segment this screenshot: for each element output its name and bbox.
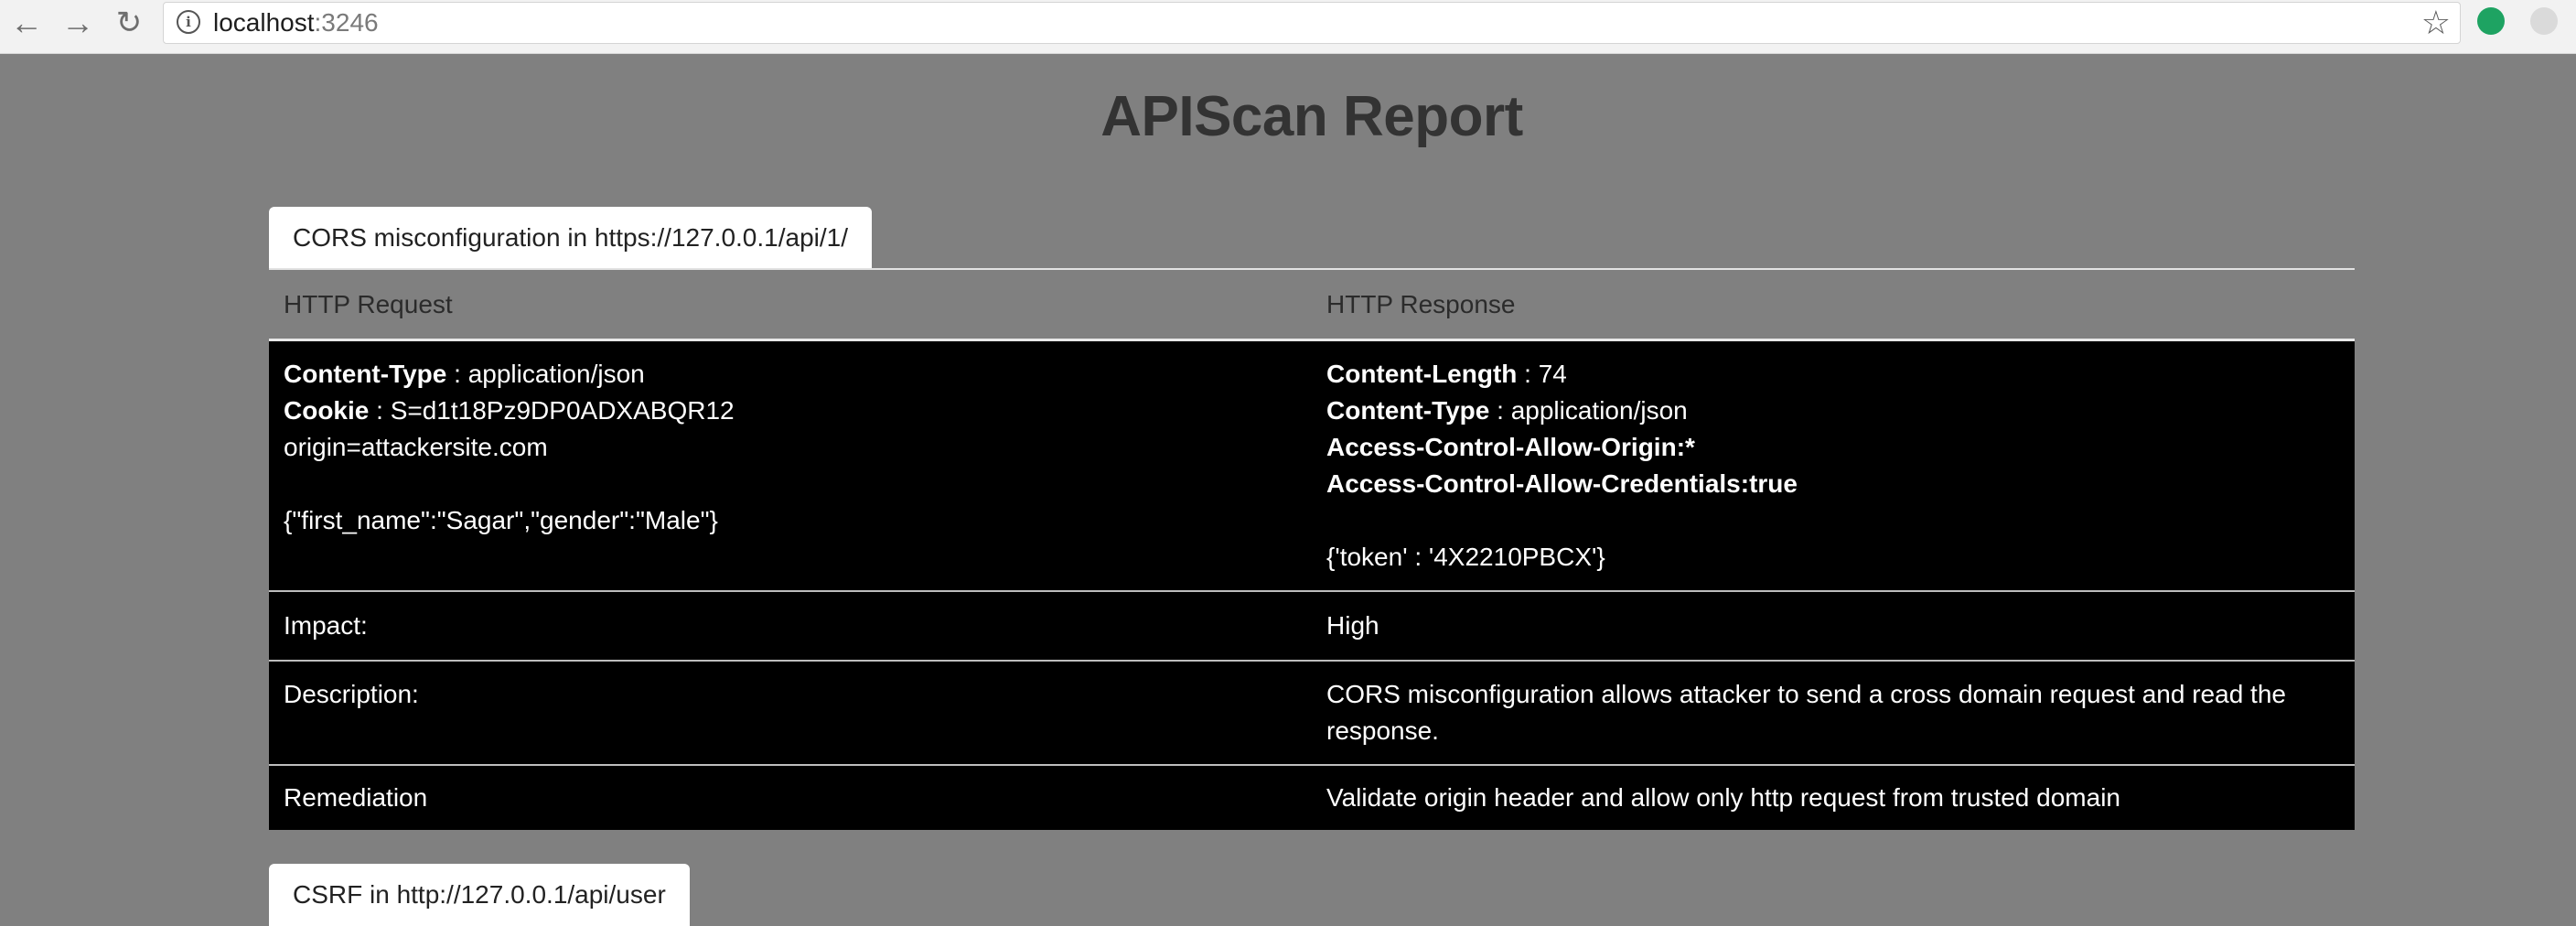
request-origin-line: origin=attackersite.com — [284, 433, 548, 461]
header-value: 74 — [1538, 360, 1567, 388]
url-port: :3246 — [314, 8, 379, 37]
vulnerability-tab-csrf[interactable]: CSRF in http://127.0.0.1/api/user — [269, 864, 690, 926]
remediation-row: Remediation Validate origin header and a… — [269, 765, 2355, 830]
description-value: CORS misconfiguration allows attacker to… — [1312, 661, 2355, 765]
header-http-request: HTTP Request — [269, 268, 1312, 341]
header-value: application/json — [1510, 396, 1688, 425]
page-title: APIScan Report — [1100, 85, 1523, 148]
bookmark-star-icon[interactable]: ☆ — [2421, 3, 2451, 43]
extension-green-icon[interactable] — [2477, 7, 2505, 35]
header-sep: : — [446, 360, 468, 388]
remediation-value: Validate origin header and allow only ht… — [1312, 765, 2355, 830]
impact-row: Impact: High — [269, 591, 2355, 661]
extension-grey-icon[interactable] — [2530, 7, 2558, 35]
response-header-line: Content-Type : application/json — [1326, 393, 2340, 429]
reload-icon[interactable]: ↻ — [106, 2, 152, 44]
header-key: Content-Type — [1326, 396, 1490, 425]
header-http-response: HTTP Response — [1312, 268, 2355, 341]
description-row: Description: CORS misconfiguration allow… — [269, 661, 2355, 765]
header-sep: : — [1517, 360, 1539, 388]
response-header-line: Content-Length : 74 — [1326, 356, 2340, 393]
url-host: localhost — [213, 8, 315, 37]
header-key: Content-Type — [284, 360, 447, 388]
impact-label: Impact: — [269, 591, 1312, 661]
header-key: Content-Length — [1326, 360, 1518, 388]
url-text[interactable]: localhost:3246 — [213, 3, 379, 43]
header-value: S=d1t18Pz9DP0ADXABQR12 — [390, 396, 735, 425]
header-sep: : — [369, 396, 391, 425]
response-acac-line: Access-Control-Allow-Credentials:true — [1326, 469, 1798, 498]
header-key: Cookie — [284, 396, 370, 425]
info-icon[interactable]: i — [177, 10, 200, 34]
response-acao-line: Access-Control-Allow-Origin:* — [1326, 433, 1695, 461]
request-header-line: Content-Type : application/json — [284, 356, 1297, 393]
address-bar[interactable]: i localhost:3246 ☆ — [163, 2, 2461, 44]
header-sep: : — [1489, 396, 1511, 425]
impact-value: High — [1312, 591, 2355, 661]
header-value: application/json — [467, 360, 645, 388]
vulnerability-tab-cors[interactable]: CORS misconfiguration in https://127.0.0… — [269, 207, 872, 269]
request-header-line: Cookie : S=d1t18Pz9DP0ADXABQR12 — [284, 393, 1297, 429]
response-body: {'token' : '4X2210PBCX'} — [1326, 543, 1605, 571]
forward-arrow-icon[interactable]: → — [55, 2, 101, 44]
vulnerability-table-cors: HTTP Request HTTP Response Content-Type … — [269, 268, 2355, 830]
description-label: Description: — [269, 661, 1312, 765]
request-body: {"first_name":"Sagar","gender":"Male"} — [284, 506, 718, 534]
table-header-row: HTTP Request HTTP Response — [269, 268, 2355, 341]
http-exchange-row: Content-Type : application/json Cookie :… — [269, 339, 2355, 591]
remediation-label: Remediation — [269, 765, 1312, 830]
http-request-cell: Content-Type : application/json Cookie :… — [269, 339, 1312, 591]
http-response-cell: Content-Length : 74 Content-Type : appli… — [1312, 339, 2355, 591]
back-arrow-icon[interactable]: ← — [4, 2, 49, 44]
browser-toolbar: ← → ↻ i localhost:3246 ☆ — [0, 0, 2576, 54]
